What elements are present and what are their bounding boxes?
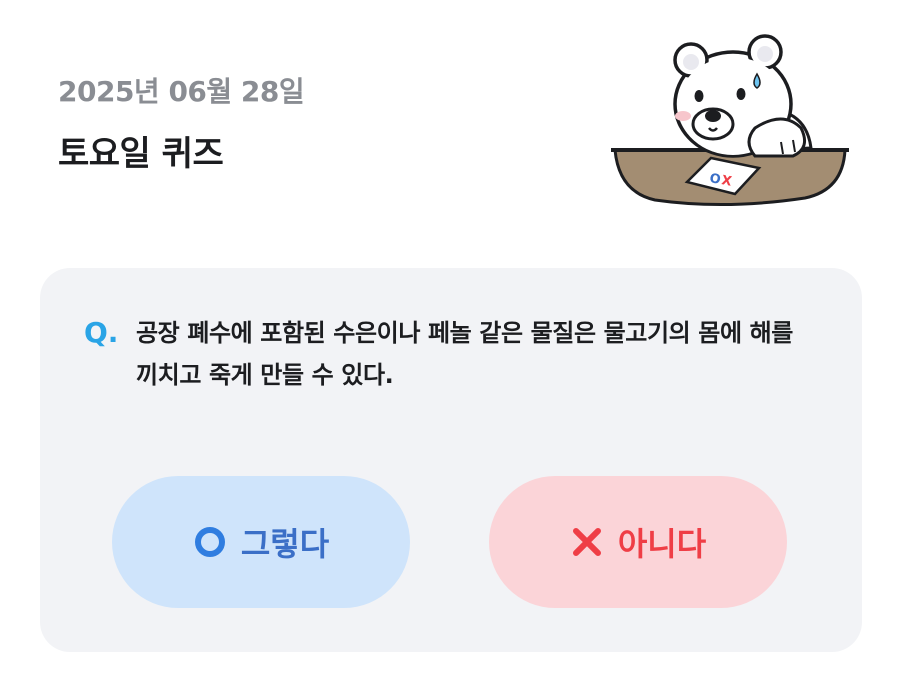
answer-no-label: 아니다 — [617, 525, 707, 563]
answer-yes-label: 그렇다 — [240, 525, 330, 563]
answer-yes-button[interactable]: 그렇다 — [112, 476, 410, 608]
quiz-page: 2025년 06월 28일 토요일 퀴즈 O X Q. 공장 폐수에 포함된 수… — [0, 0, 900, 677]
question-marker: Q. — [84, 316, 119, 349]
answer-no-button[interactable]: 아니다 — [489, 476, 787, 608]
bear-mascot-illustration: O X — [611, 34, 849, 207]
circle-o-icon — [193, 525, 227, 559]
page-title: 토요일 퀴즈 — [58, 134, 224, 174]
quiz-card: Q. 공장 폐수에 포함된 수은이나 페놀 같은 물질은 물고기의 몸에 해를 … — [40, 268, 862, 652]
question-text: 공장 폐수에 포함된 수은이나 페놀 같은 물질은 물고기의 몸에 해를 끼치고… — [136, 319, 793, 389]
x-icon — [570, 525, 604, 559]
quiz-date: 2025년 06월 28일 — [58, 75, 305, 108]
